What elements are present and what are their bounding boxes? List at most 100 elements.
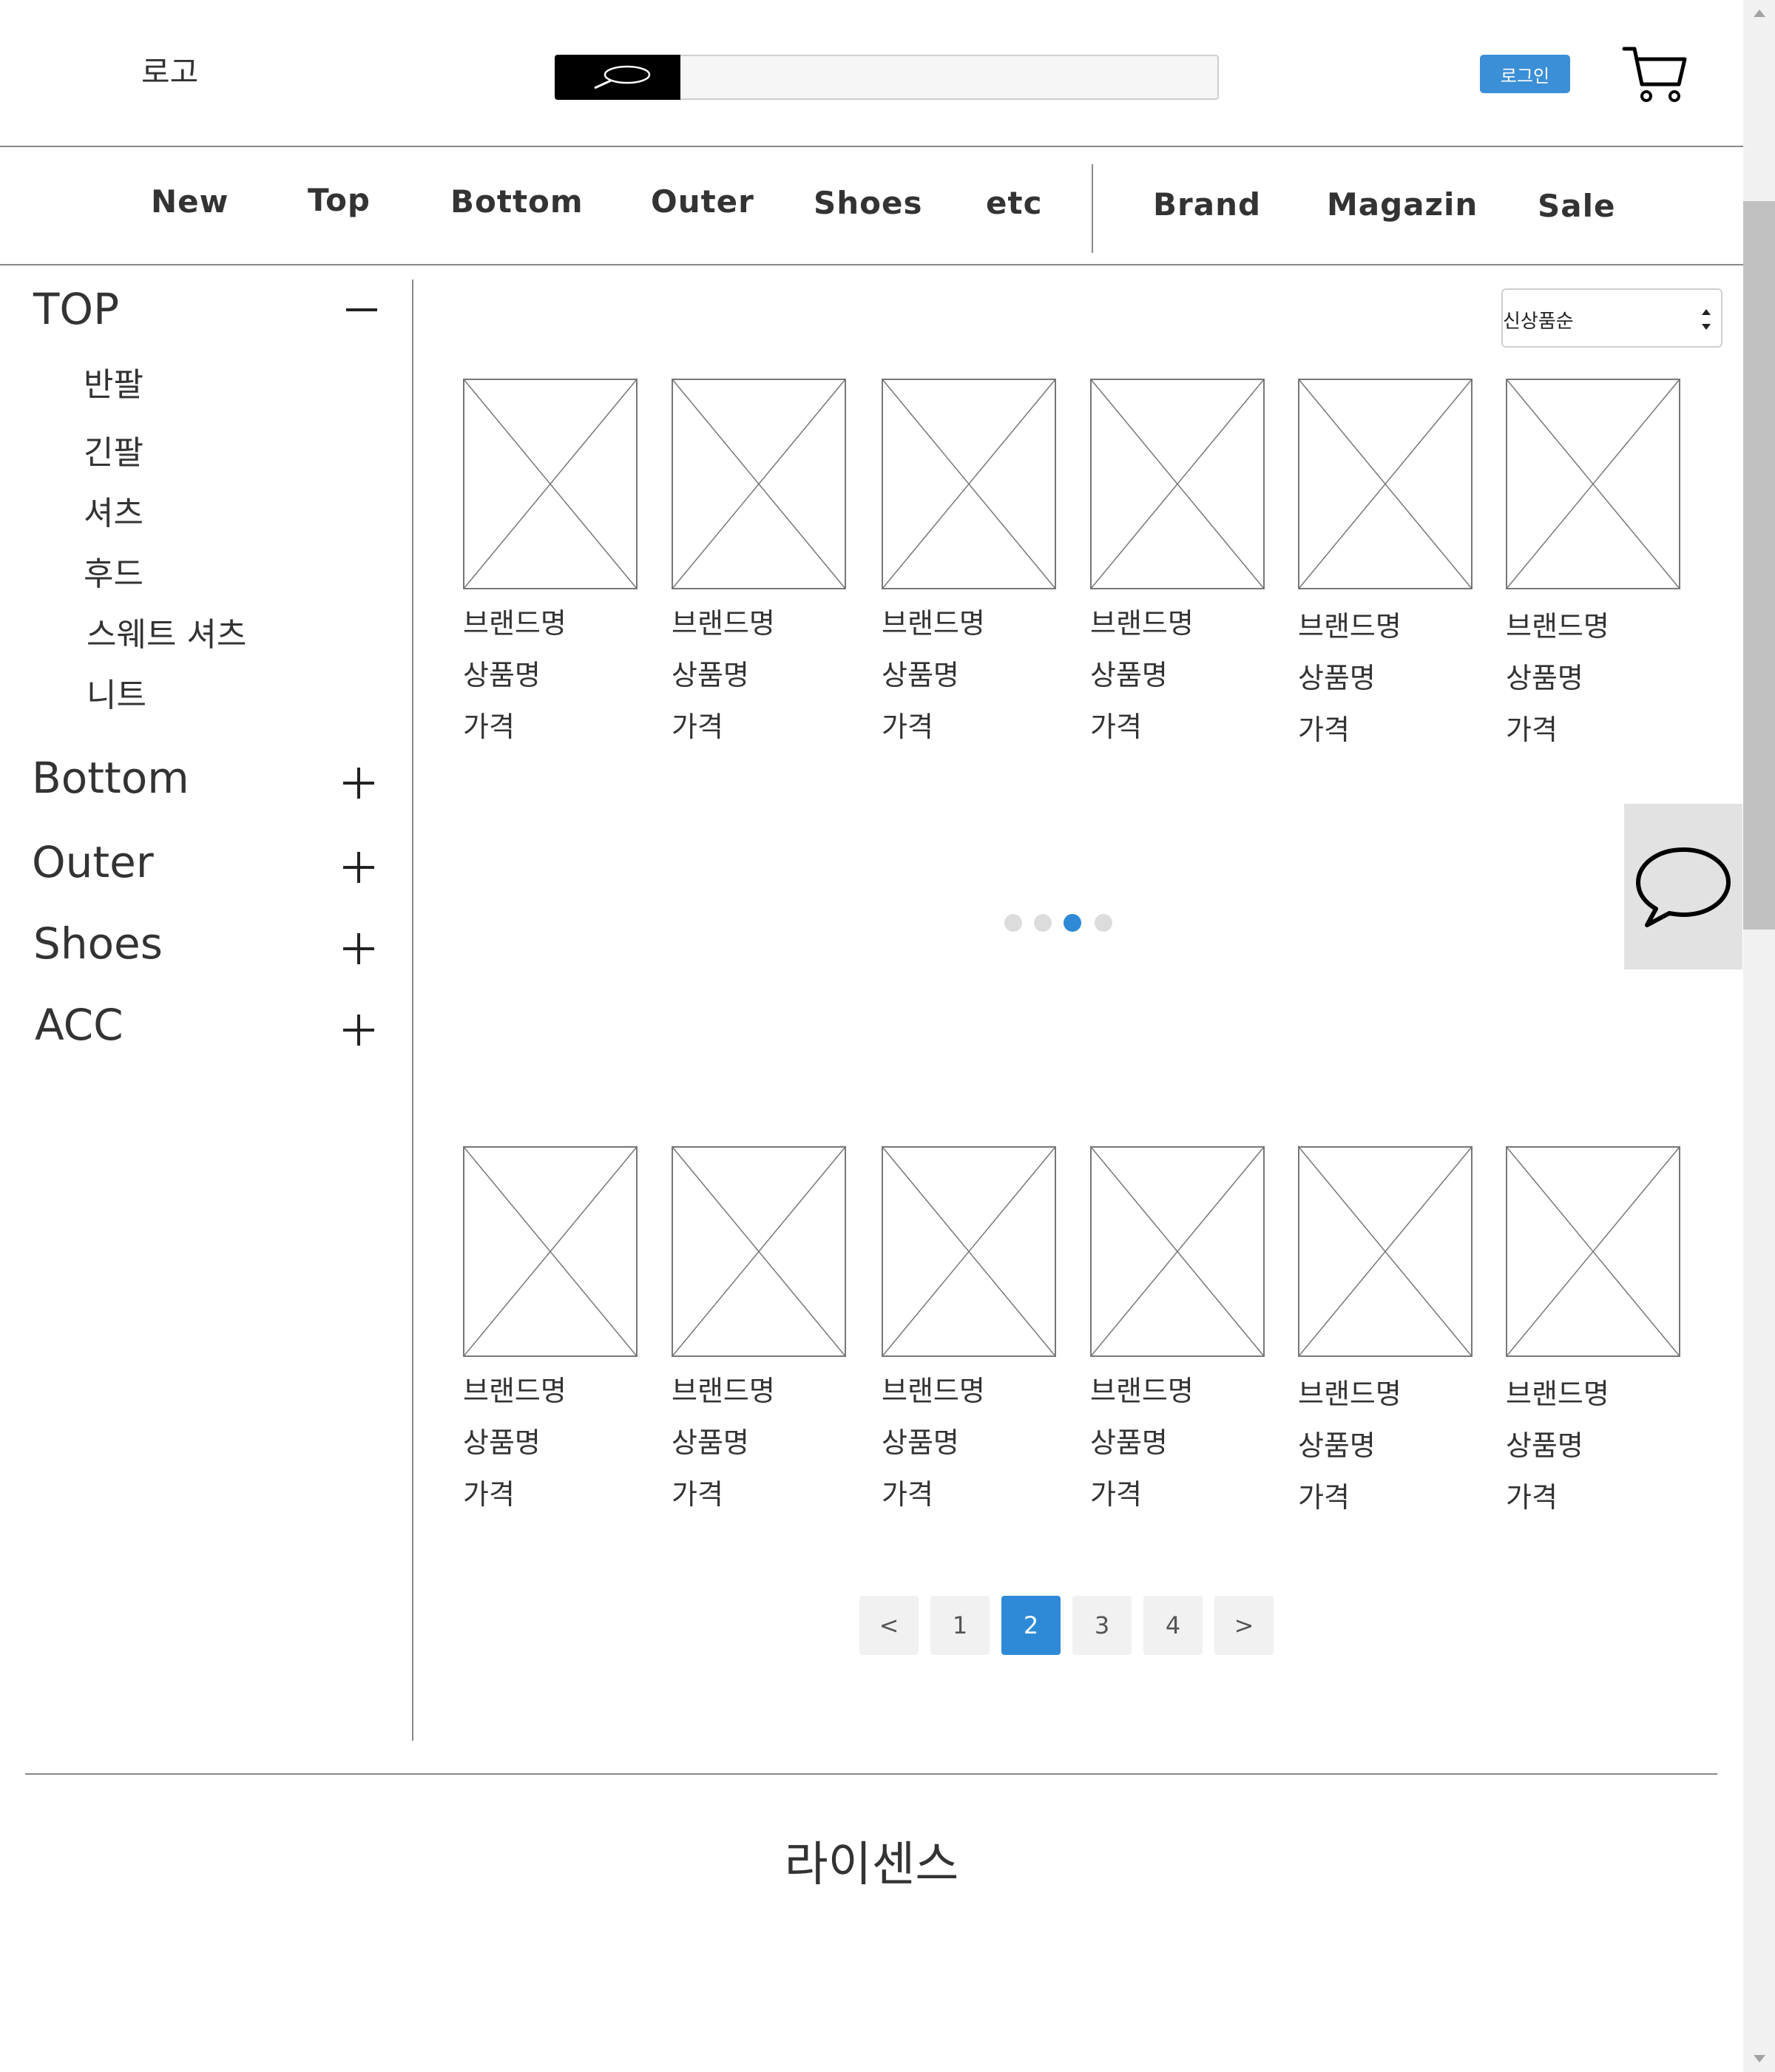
product-name: 상품명 [882, 1426, 959, 1459]
nav-bottom[interactable]: Bottom [450, 183, 584, 220]
sidebar-category-shoes[interactable]: Shoes [33, 918, 163, 969]
search-button[interactable] [555, 55, 682, 100]
expand-outer-button[interactable] [342, 850, 376, 884]
nav-shoes[interactable]: Shoes [814, 185, 923, 221]
product-brand: 브랜드명 [463, 1375, 567, 1407]
sidebar-divider [412, 280, 413, 1741]
sidebar-category-acc[interactable]: ACC [35, 1000, 124, 1050]
product-name: 상품명 [1298, 662, 1376, 694]
product-price: 가격 [672, 711, 723, 743]
sort-select[interactable]: 신상품순 [1501, 288, 1722, 348]
product-image-placeholder [1298, 1146, 1473, 1357]
sidebar-item-sweatshirt[interactable]: 스웨트 셔츠 [87, 608, 246, 655]
plus-icon [343, 852, 374, 883]
chat-button[interactable] [1624, 804, 1742, 969]
product-image-placeholder [672, 379, 846, 589]
scroll-up-button[interactable] [1743, 0, 1775, 27]
product-image-placeholder [1298, 379, 1473, 589]
cart-button[interactable] [1621, 43, 1688, 105]
product-name: 상품명 [1506, 662, 1583, 694]
sidebar-item-short-sleeve[interactable]: 반팔 [84, 358, 143, 405]
product-brand: 브랜드명 [672, 607, 775, 640]
plus-icon [343, 933, 374, 964]
carousel-dot-3-active[interactable] [1064, 914, 1081, 932]
product-price: 가격 [882, 711, 933, 743]
product-image-placeholder [463, 1146, 638, 1357]
plus-icon [343, 1015, 374, 1046]
product-image-placeholder [1090, 379, 1265, 589]
product-name: 상품명 [1090, 659, 1168, 691]
product-brand: 브랜드명 [1506, 610, 1609, 643]
search-icon [594, 65, 651, 89]
scrollbar-thumb[interactable] [1743, 201, 1775, 930]
chat-bubble-icon [1636, 847, 1731, 927]
carousel-dot-2[interactable] [1034, 914, 1052, 932]
plus-icon [343, 768, 374, 799]
sidebar-category-outer[interactable]: Outer [32, 837, 154, 887]
nav-new[interactable]: New [151, 183, 229, 220]
sidebar-item-shirts[interactable]: 셔츠 [84, 487, 143, 534]
nav-etc[interactable]: etc [986, 185, 1042, 221]
product-image-placeholder [1090, 1146, 1265, 1357]
product-price: 가격 [1090, 1478, 1142, 1511]
minus-icon [346, 308, 377, 311]
pagination-page-4[interactable]: 4 [1143, 1596, 1203, 1655]
product-brand: 브랜드명 [672, 1375, 775, 1407]
product-brand: 브랜드명 [1506, 1378, 1609, 1410]
pagination-page-2-current[interactable]: 2 [1001, 1596, 1061, 1655]
product-image-placeholder [1506, 379, 1680, 589]
product-image-placeholder [672, 1146, 846, 1357]
cart-icon [1622, 47, 1687, 102]
product-brand: 브랜드명 [882, 607, 985, 640]
triangle-up-icon [1753, 10, 1765, 17]
pagination-page-1[interactable]: 1 [930, 1596, 990, 1655]
sidebar-category-bottom[interactable]: Bottom [32, 753, 189, 803]
nav-sale[interactable]: Sale [1538, 188, 1615, 224]
pagination-prev-button[interactable]: < [859, 1596, 919, 1655]
expand-bottom-button[interactable] [342, 766, 376, 800]
scroll-down-button[interactable] [1743, 2045, 1775, 2072]
product-name: 상품명 [1090, 1426, 1168, 1459]
product-price: 가격 [1506, 1481, 1558, 1514]
product-price: 가격 [882, 1478, 933, 1511]
product-brand: 브랜드명 [882, 1375, 985, 1407]
header-divider [0, 146, 1743, 147]
product-name: 상품명 [463, 1426, 541, 1459]
product-brand: 브랜드명 [1298, 610, 1402, 643]
login-button[interactable]: 로그인 [1480, 55, 1570, 93]
nav-divider [1092, 164, 1093, 253]
sidebar-item-knit[interactable]: 니트 [87, 668, 146, 716]
sidebar-item-long-sleeve[interactable]: 긴팔 [84, 426, 143, 473]
product-image-placeholder [463, 379, 638, 589]
logo[interactable]: 로고 [141, 47, 198, 92]
pagination-next-button[interactable]: > [1214, 1596, 1274, 1655]
product-name: 상품명 [672, 659, 749, 691]
product-price: 가격 [1298, 1481, 1350, 1514]
license-text: 라이센스 [784, 1838, 959, 1892]
product-name: 상품명 [1298, 1429, 1376, 1462]
carousel-dot-1[interactable] [1004, 914, 1022, 932]
product-image-placeholder [882, 379, 1056, 589]
pagination-page-3[interactable]: 3 [1072, 1596, 1132, 1655]
nav-magazin[interactable]: Magazin [1327, 186, 1478, 223]
nav-top[interactable]: Top [308, 182, 371, 218]
nav-brand[interactable]: Brand [1153, 186, 1261, 223]
nav-outer[interactable]: Outer [651, 183, 754, 220]
product-name: 상품명 [463, 659, 541, 691]
search-input[interactable] [680, 55, 1219, 100]
sidebar-item-hoodie[interactable]: 후드 [84, 547, 143, 595]
product-price: 가격 [1298, 714, 1350, 746]
sidebar-category-top[interactable]: TOP [33, 284, 119, 334]
product-name: 상품명 [882, 659, 959, 691]
product-image-placeholder [882, 1146, 1056, 1357]
product-brand: 브랜드명 [1298, 1378, 1402, 1410]
expand-acc-button[interactable] [342, 1013, 376, 1047]
carousel-dot-4[interactable] [1095, 914, 1112, 932]
collapse-top-button[interactable] [345, 293, 379, 327]
sort-selected-label: 신상품순 [1503, 311, 1574, 333]
product-price: 가격 [672, 1478, 723, 1511]
product-price: 가격 [463, 711, 515, 743]
expand-shoes-button[interactable] [342, 932, 376, 966]
product-name: 상품명 [672, 1426, 749, 1459]
select-arrows-icon [1702, 309, 1711, 330]
